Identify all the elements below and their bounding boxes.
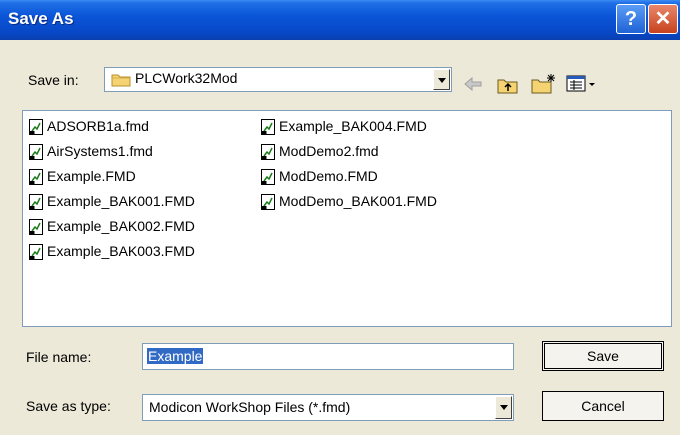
file-name: AirSystems1.fmd [47,143,153,159]
save-as-type-label: Save as type: [26,398,111,414]
help-button[interactable]: ? [616,4,646,34]
file-name: Example_BAK002.FMD [47,218,195,234]
save-in-label: Save in: [28,72,79,88]
save-as-dialog: Save As ? ✕ Save in: PLCWork32Mod ADSORB… [0,0,680,435]
save-as-type-value: Modicon WorkShop Files (*.fmd) [149,399,351,415]
save-as-type-dropdown[interactable]: Modicon WorkShop Files (*.fmd) [142,394,514,421]
file-name-value: Example [147,348,204,364]
close-button[interactable]: ✕ [648,4,678,34]
file-name: Example_BAK001.FMD [47,193,195,209]
file-list[interactable]: ADSORB1a.fmd AirSystems1.fmd Example.FMD… [22,110,672,327]
file-name: Example.FMD [47,168,136,184]
chevron-down-icon[interactable] [433,69,450,90]
document-icon [261,144,275,160]
document-icon [261,194,275,210]
document-icon [29,144,43,160]
dialog-title: Save As [8,9,74,28]
file-name: ADSORB1a.fmd [47,118,149,134]
save-button[interactable]: Save [542,341,664,371]
file-name: ModDemo.FMD [279,168,378,184]
document-icon [29,219,43,235]
back-arrow-icon[interactable] [463,76,483,92]
view-menu-icon[interactable] [566,75,598,93]
file-name: ModDemo2.fmd [279,143,379,159]
file-name: Example_BAK004.FMD [279,118,427,134]
document-icon [29,119,43,135]
document-icon [261,169,275,185]
title-bar[interactable]: Save As ? ✕ [0,0,680,40]
document-icon [29,169,43,185]
file-name: Example_BAK003.FMD [47,243,195,259]
document-icon [261,119,275,135]
file-name: ModDemo_BAK001.FMD [279,193,437,209]
document-icon [29,194,43,210]
document-icon [29,244,43,260]
folder-icon [111,74,131,87]
save-in-dropdown[interactable]: PLCWork32Mod [104,67,452,92]
file-name-input[interactable]: Example [142,343,514,370]
file-name-label: File name: [26,349,92,365]
up-folder-icon[interactable] [497,76,519,94]
save-in-value: PLCWork32Mod [135,70,238,86]
new-folder-icon[interactable] [531,73,557,94]
chevron-down-icon[interactable] [495,396,512,419]
cancel-button[interactable]: Cancel [542,391,664,421]
